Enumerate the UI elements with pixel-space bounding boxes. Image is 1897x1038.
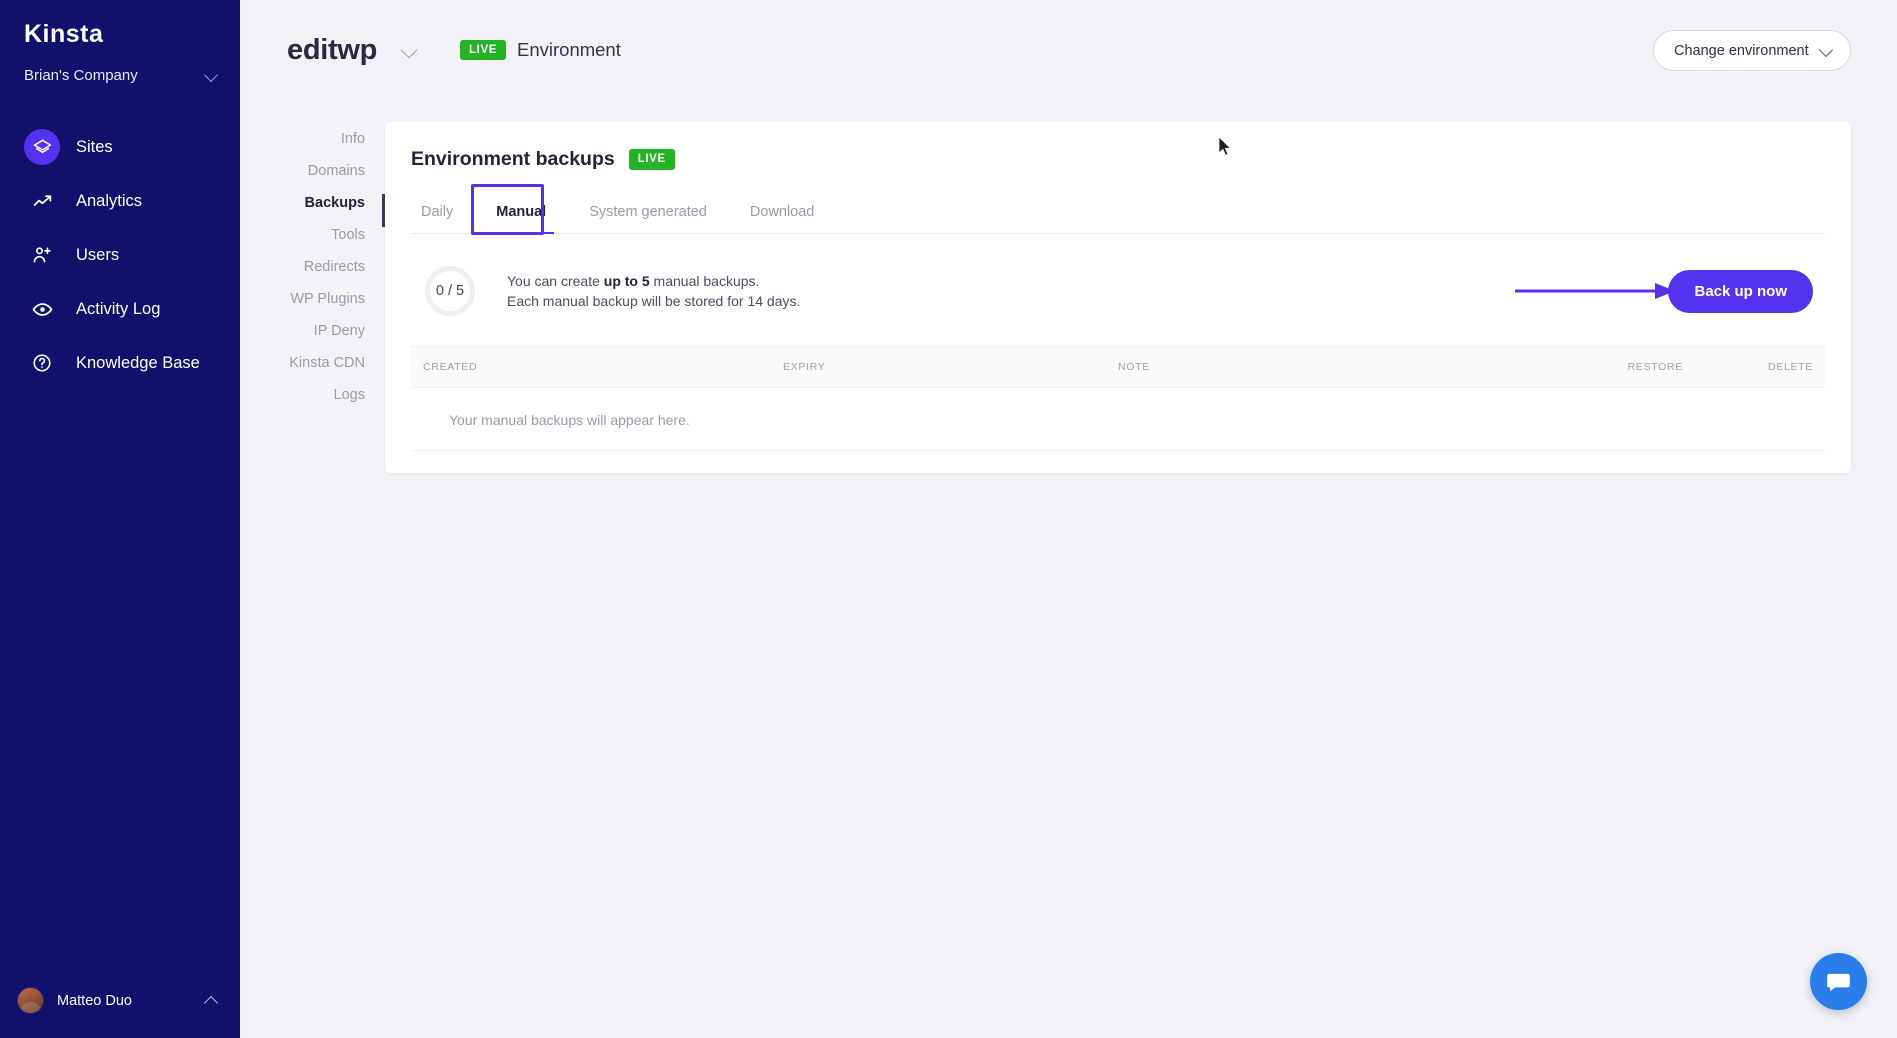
primary-sidebar: Kinsta Brian's Company Sites	[0, 0, 240, 1038]
app-root: Kinsta Brian's Company Sites	[0, 0, 1897, 1038]
sidebar-item-users[interactable]: Users	[0, 228, 240, 282]
subnav-item-logs[interactable]: Logs	[240, 379, 365, 411]
backup-tabs: Daily Manual System generated Download	[411, 196, 1825, 234]
manual-backups-table: CREATED EXPIRY NOTE RESTORE DELETE Your …	[385, 346, 1851, 451]
user-plus-icon	[24, 237, 60, 273]
change-environment-label: Change environment	[1674, 43, 1809, 59]
back-up-now-button[interactable]: Back up now	[1668, 270, 1813, 313]
subnav-item-domains[interactable]: Domains	[240, 155, 365, 187]
column-header-created: CREATED	[423, 361, 783, 373]
avatar	[17, 987, 44, 1014]
user-profile-menu[interactable]: Matteo Duo	[0, 977, 240, 1024]
annotation-arrow-icon	[1515, 283, 1675, 299]
layers-icon	[24, 129, 60, 165]
environment-indicator: LIVE Environment	[460, 39, 621, 61]
status-badge: LIVE	[460, 40, 506, 61]
chevron-up-icon[interactable]	[205, 994, 218, 1007]
brand: Kinsta	[0, 0, 240, 53]
change-environment-button[interactable]: Change environment	[1653, 30, 1851, 71]
quota-line-1-prefix: You can create	[507, 273, 604, 289]
quota-description: You can create up to 5 manual backups. E…	[507, 271, 800, 312]
profile-name: Matteo Duo	[57, 993, 192, 1009]
sidebar-item-label: Knowledge Base	[76, 354, 200, 373]
sidebar-item-sites[interactable]: Sites	[0, 120, 240, 174]
environment-label: Environment	[517, 39, 621, 61]
question-circle-icon	[24, 345, 60, 381]
column-header-expiry: EXPIRY	[783, 361, 1118, 373]
chevron-down-icon[interactable]	[402, 42, 418, 58]
sidebar-item-label: Analytics	[76, 192, 142, 211]
tab-daily[interactable]: Daily	[411, 196, 463, 233]
subnav-item-kinsta-cdn[interactable]: Kinsta CDN	[240, 347, 365, 379]
chat-bubble-icon	[1825, 968, 1852, 995]
sidebar-item-knowledge-base[interactable]: Knowledge Base	[0, 336, 240, 390]
environment-backups-card: Environment backups LIVE Daily Manual Sy…	[385, 122, 1851, 473]
chat-widget-button[interactable]	[1810, 953, 1867, 1010]
subnav-item-info[interactable]: Info	[240, 123, 365, 155]
column-header-note: NOTE	[1118, 361, 1533, 373]
backup-quota-count: 0 / 5	[436, 283, 464, 299]
kinsta-logo: Kinsta	[24, 22, 216, 47]
table-header-row: CREATED EXPIRY NOTE RESTORE DELETE	[411, 346, 1825, 388]
subnav-item-redirects[interactable]: Redirects	[240, 251, 365, 283]
trending-up-icon	[24, 183, 60, 219]
sidebar-nav: Sites Analytics Users	[0, 120, 240, 390]
quota-line-1-bold: up to 5	[604, 273, 650, 289]
backup-quota-ring: 0 / 5	[425, 266, 475, 316]
mouse-pointer-icon	[1219, 137, 1233, 157]
company-switcher[interactable]: Brian's Company	[0, 53, 240, 84]
chevron-down-icon	[1820, 44, 1833, 57]
quota-line-1-suffix: manual backups.	[650, 273, 760, 289]
site-name: editwp	[287, 34, 377, 67]
table-empty-message: Your manual backups will appear here.	[411, 388, 1825, 451]
subnav-item-backups[interactable]: Backups	[240, 187, 365, 219]
main-area: editwp LIVE Environment Change environme…	[240, 0, 1897, 1038]
content-row: Info Domains Backups Tools Redirects WP …	[240, 100, 1897, 473]
sidebar-item-label: Users	[76, 246, 119, 265]
quota-line-1: You can create up to 5 manual backups.	[507, 271, 800, 291]
status-badge: LIVE	[629, 149, 675, 170]
column-header-delete: DELETE	[1683, 361, 1813, 373]
company-name: Brian's Company	[24, 67, 138, 84]
chevron-down-icon	[205, 69, 218, 82]
sidebar-item-label: Sites	[76, 138, 113, 157]
column-header-restore: RESTORE	[1533, 361, 1683, 373]
tab-manual[interactable]: Manual	[486, 196, 556, 233]
subnav-active-indicator	[382, 194, 385, 227]
subnav-item-tools[interactable]: Tools	[240, 219, 365, 251]
quota-line-2: Each manual backup will be stored for 14…	[507, 291, 800, 311]
tab-system-generated[interactable]: System generated	[579, 196, 717, 233]
sidebar-item-analytics[interactable]: Analytics	[0, 174, 240, 228]
topbar: editwp LIVE Environment Change environme…	[240, 0, 1897, 100]
quota-section: 0 / 5 You can create up to 5 manual back…	[385, 234, 1851, 316]
card-header: Environment backups LIVE	[385, 122, 1851, 171]
subnav-item-wp-plugins[interactable]: WP Plugins	[240, 283, 365, 315]
tab-download[interactable]: Download	[740, 196, 825, 233]
subnav-item-ip-deny[interactable]: IP Deny	[240, 315, 365, 347]
sidebar-item-label: Activity Log	[76, 300, 160, 319]
eye-icon	[24, 291, 60, 327]
secondary-sidebar: Info Domains Backups Tools Redirects WP …	[240, 100, 365, 473]
page-title: Environment backups	[411, 148, 615, 171]
cta-wrapper: Back up now	[1668, 270, 1825, 313]
sidebar-item-activity-log[interactable]: Activity Log	[0, 282, 240, 336]
